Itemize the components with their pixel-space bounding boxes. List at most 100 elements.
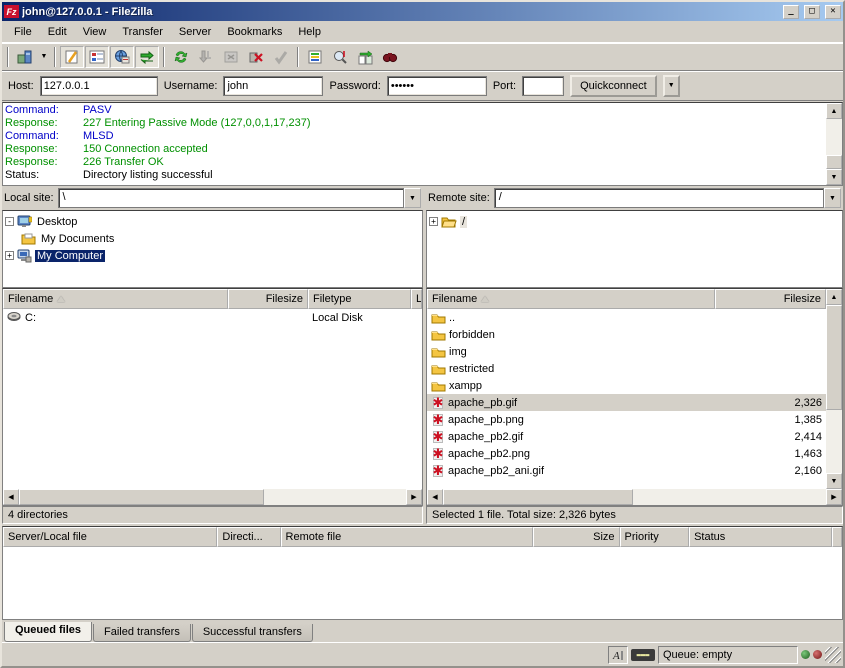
minimize-button[interactable]: _ — [783, 5, 799, 19]
tab-failed-transfers[interactable]: Failed transfers — [93, 624, 191, 642]
chevron-down-icon[interactable]: ▼ — [404, 188, 421, 208]
column-priority[interactable]: Priority — [620, 527, 690, 547]
file-row[interactable]: ✱apache_pb2.gif2,414 — [427, 428, 826, 445]
site-manager-dropdown-icon[interactable]: ▼ — [38, 46, 50, 68]
toggle-remote-tree-button[interactable] — [110, 46, 134, 68]
disk-drive-icon — [7, 312, 22, 323]
column-filename[interactable]: Filename — [3, 289, 228, 309]
remote-site-combo[interactable]: / ▼ — [494, 188, 841, 208]
tab-successful-transfers[interactable]: Successful transfers — [192, 624, 313, 642]
message-log-body: Command:PASV Response:227 Entering Passi… — [3, 103, 826, 185]
remote-directory-tree[interactable]: + / — [426, 210, 843, 288]
column-filesize[interactable]: Filesize — [228, 289, 308, 309]
resize-grip[interactable] — [825, 647, 841, 663]
local-horizontal-scrollbar[interactable]: ◀ ▶ — [3, 489, 422, 505]
close-button[interactable]: ✕ — [825, 5, 841, 19]
column-status[interactable]: Status — [689, 527, 832, 547]
reconnect-button[interactable] — [269, 46, 293, 68]
chevron-down-icon[interactable]: ▼ — [824, 188, 841, 208]
toggle-log-button[interactable] — [60, 46, 84, 68]
local-site-value[interactable]: \ — [58, 188, 404, 208]
transfer-type-icon[interactable]: A — [608, 646, 628, 664]
column-filetype[interactable]: Filetype — [308, 289, 411, 309]
menu-file[interactable]: File — [6, 24, 40, 40]
file-row[interactable]: .. — [427, 309, 826, 326]
remote-vertical-scrollbar[interactable]: ▲ ▼ — [826, 289, 842, 489]
column-filename[interactable]: Filename — [427, 289, 715, 309]
column-last-modified[interactable]: L — [411, 289, 422, 309]
scroll-right-icon[interactable]: ▶ — [406, 489, 422, 505]
file-row[interactable]: xampp — [427, 377, 826, 394]
scroll-down-icon[interactable]: ▼ — [826, 169, 842, 185]
menu-help[interactable]: Help — [290, 24, 329, 40]
menu-edit[interactable]: Edit — [40, 24, 75, 40]
file-row[interactable]: forbidden — [427, 326, 826, 343]
collapse-icon[interactable]: - — [5, 217, 14, 226]
file-row[interactable]: ✱apache_pb2.png1,463 — [427, 445, 826, 462]
titlebar[interactable]: Fz john@127.0.0.1 - FileZilla _ □ ✕ — [2, 2, 843, 21]
scroll-up-icon[interactable]: ▲ — [826, 289, 842, 305]
image-file-icon: ✱ — [431, 447, 445, 461]
tree-item-root[interactable]: + / — [429, 213, 840, 230]
local-directory-tree[interactable]: - Desktop My Documents + My Computer — [2, 210, 423, 288]
scroll-left-icon[interactable]: ◀ — [427, 489, 443, 505]
password-input[interactable] — [387, 76, 487, 96]
maximize-button[interactable]: □ — [804, 5, 820, 19]
file-row-selected[interactable]: ✱apache_pb.gif2,326 — [427, 394, 826, 411]
speed-limit-indicator-icon[interactable]: ▬▬▬ — [631, 649, 655, 661]
compare-button[interactable] — [328, 46, 352, 68]
column-direction[interactable]: Directi... — [217, 527, 280, 547]
scroll-left-icon[interactable]: ◀ — [3, 489, 19, 505]
tree-item-my-documents[interactable]: My Documents — [5, 230, 420, 247]
file-row[interactable]: img — [427, 343, 826, 360]
find-button[interactable] — [378, 46, 402, 68]
filter-button[interactable] — [303, 46, 327, 68]
quickconnect-button[interactable]: Quickconnect — [570, 75, 657, 97]
quickconnect-dropdown-icon[interactable]: ▼ — [663, 75, 680, 97]
sync-browsing-button[interactable] — [353, 46, 377, 68]
process-queue-button[interactable] — [194, 46, 218, 68]
cancel-button[interactable] — [219, 46, 243, 68]
port-input[interactable] — [522, 76, 564, 96]
menu-view[interactable]: View — [75, 24, 115, 40]
column-filesize[interactable]: Filesize — [715, 289, 826, 309]
tree-item-my-computer[interactable]: + My Computer — [5, 247, 420, 264]
remote-horizontal-scrollbar[interactable]: ◀ ▶ — [427, 489, 842, 505]
expand-icon[interactable]: + — [429, 217, 438, 226]
expand-icon[interactable]: + — [5, 251, 14, 260]
tree-item-desktop[interactable]: - Desktop — [5, 213, 420, 230]
menu-transfer[interactable]: Transfer — [114, 24, 171, 40]
toolbar: ▼ — [2, 43, 843, 71]
site-manager-button[interactable] — [13, 46, 37, 68]
disconnect-button[interactable] — [244, 46, 268, 68]
scrollbar-thumb[interactable] — [826, 155, 842, 169]
file-row-c-drive[interactable]: C: Local Disk — [3, 309, 422, 326]
column-server-local-file[interactable]: Server/Local file — [3, 527, 217, 547]
log-vertical-scrollbar[interactable]: ▲ ▼ — [826, 103, 842, 185]
username-input[interactable] — [223, 76, 323, 96]
tab-queued-files[interactable]: Queued files — [4, 622, 92, 642]
menu-server[interactable]: Server — [171, 24, 219, 40]
remote-file-list[interactable]: .. forbidden img restricted xampp ✱apach… — [427, 309, 826, 489]
column-size[interactable]: Size — [533, 527, 619, 547]
my-documents-icon — [21, 232, 36, 245]
scrollbar-thumb[interactable] — [826, 305, 842, 410]
local-site-combo[interactable]: \ ▼ — [58, 188, 421, 208]
file-row[interactable]: restricted — [427, 360, 826, 377]
remote-site-value[interactable]: / — [494, 188, 824, 208]
scroll-down-icon[interactable]: ▼ — [826, 473, 842, 489]
column-remote-file[interactable]: Remote file — [281, 527, 534, 547]
scroll-right-icon[interactable]: ▶ — [826, 489, 842, 505]
local-file-list[interactable]: C: Local Disk — [3, 309, 422, 489]
file-row[interactable]: ✱apache_pb2_ani.gif2,160 — [427, 462, 826, 479]
toggle-local-tree-button[interactable] — [85, 46, 109, 68]
host-input[interactable] — [40, 76, 158, 96]
scroll-up-icon[interactable]: ▲ — [826, 103, 842, 119]
file-row[interactable]: ✱apache_pb.png1,385 — [427, 411, 826, 428]
menu-bookmarks[interactable]: Bookmarks — [219, 24, 290, 40]
scrollbar-thumb[interactable] — [443, 489, 633, 505]
refresh-button[interactable] — [169, 46, 193, 68]
scrollbar-thumb[interactable] — [19, 489, 264, 505]
queue-list[interactable] — [3, 547, 842, 619]
toggle-queue-button[interactable] — [135, 46, 159, 68]
